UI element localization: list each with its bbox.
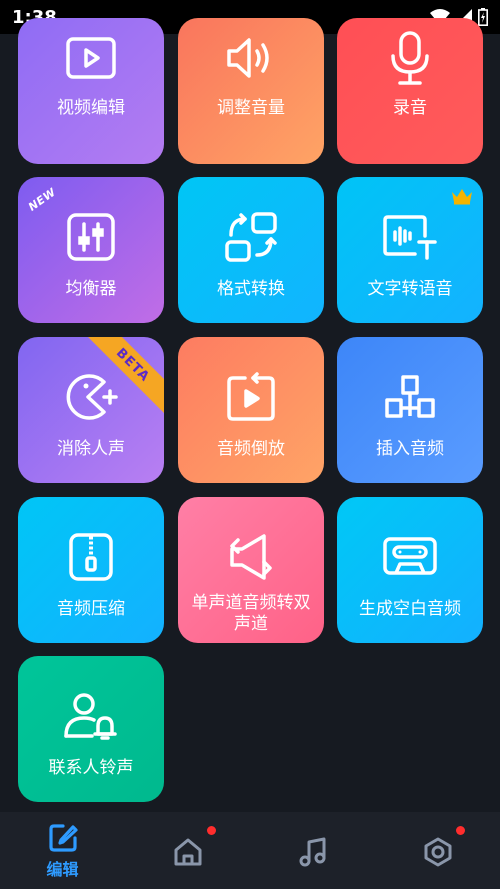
tile-label: 录音 [393,98,427,118]
format-convert-icon [178,209,324,265]
tile-text-to-speech[interactable]: 文字转语音 [337,177,483,323]
mono-to-stereo-icon [178,529,324,585]
tile-volume[interactable]: 调整音量 [178,18,324,164]
tile-record[interactable]: 录音 [337,18,483,164]
tile-label: 视频编辑 [57,98,125,118]
bottom-nav: 编辑 [0,812,500,889]
text-to-speech-icon [337,209,483,265]
tile-contact-ringtone[interactable]: 联系人铃声 [18,656,164,802]
crown-icon [451,187,473,209]
tile-label: 插入音频 [376,439,444,459]
pacman-icon [18,369,164,425]
nav-edit-label: 编辑 [46,860,79,879]
tile-label: 单声道音频转双声道 [191,593,311,634]
tile-reverse[interactable]: 音频倒放 [178,337,324,483]
nav-edit[interactable]: 编辑 [0,812,125,889]
tile-label: 均衡器 [65,279,117,299]
reverse-play-icon [178,369,324,425]
cassette-icon [337,529,483,585]
settings-hex-icon [424,837,451,867]
tile-label: 生成空白音频 [359,599,461,619]
tile-vocal-remove[interactable]: BETA 消除人声 [18,337,164,483]
contact-ringtone-icon [18,688,164,744]
equalizer-icon [18,209,164,265]
microphone-icon [337,30,483,86]
tile-label: 文字转语音 [367,279,453,299]
edit-icon [48,824,78,852]
tile-format-convert[interactable]: 格式转换 [178,177,324,323]
tile-equalizer[interactable]: NEW 均衡器 [18,177,164,323]
home-icon [174,838,201,866]
music-icon [299,837,325,867]
volume-icon [178,30,324,86]
tile-insert-audio[interactable]: 插入音频 [337,337,483,483]
tile-label: 音频倒放 [217,439,285,459]
video-edit-icon [18,30,164,86]
tile-compress[interactable]: 音频压缩 [18,497,164,643]
nav-music[interactable] [250,812,375,889]
battery-icon [478,8,488,26]
tile-label: 消除人声 [57,439,125,459]
nav-settings[interactable] [375,812,500,889]
zip-icon [18,529,164,585]
nav-home[interactable] [125,812,250,889]
insert-audio-icon [337,369,483,425]
notification-dot [456,826,465,835]
tile-label: 格式转换 [217,279,285,299]
tile-label: 音频压缩 [57,599,125,619]
tile-mono-to-stereo[interactable]: 单声道音频转双声道 [178,497,324,643]
tile-label: 调整音量 [217,98,285,118]
tile-label: 联系人铃声 [48,758,134,778]
notification-dot [207,826,216,835]
tile-video-edit[interactable]: 视频编辑 [18,18,164,164]
tile-blank-audio[interactable]: 生成空白音频 [337,497,483,643]
